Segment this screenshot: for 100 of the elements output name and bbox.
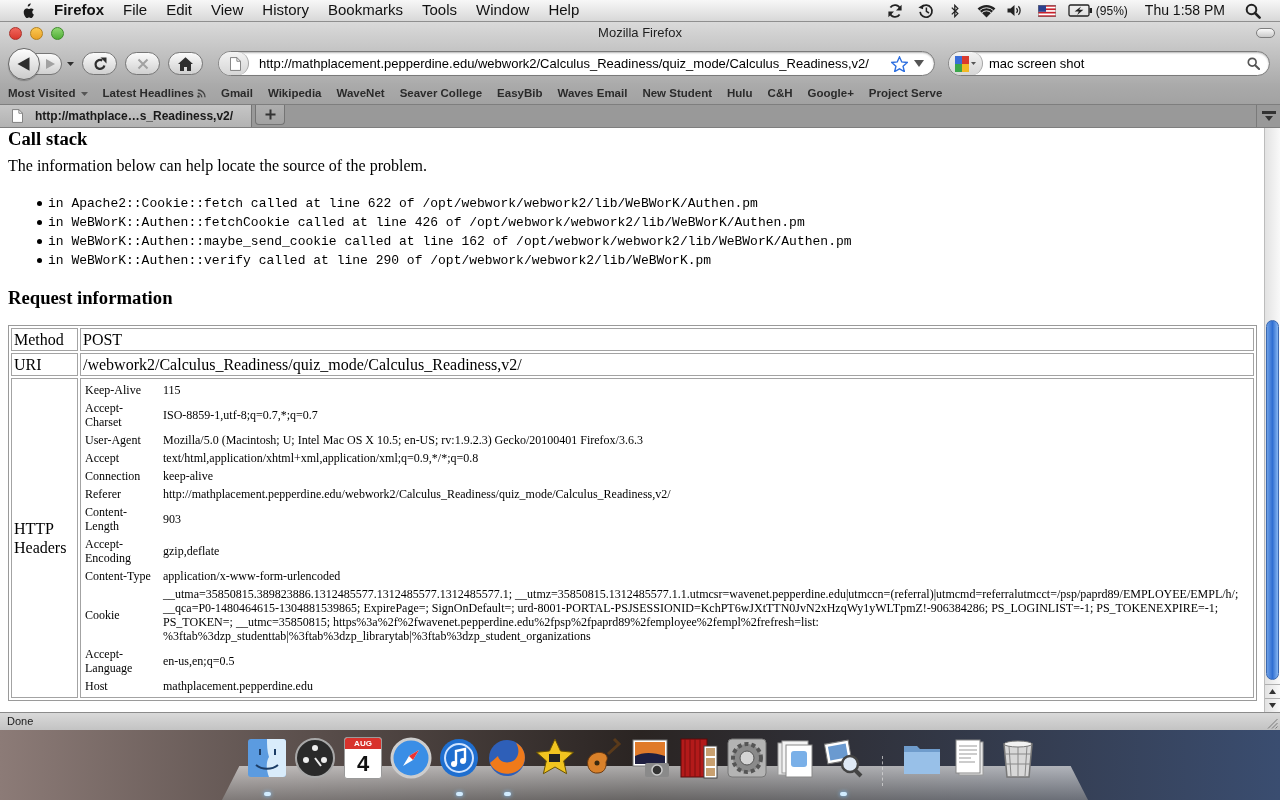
address-field[interactable]: http://mathplacement.pepperdine.edu/webwork2/Calculus_Readiness/quiz_mode/Calculus_Readiness,v2/ bbox=[249, 52, 889, 75]
curtain-icon[interactable] bbox=[677, 736, 721, 780]
header-name: Cookie bbox=[85, 607, 121, 624]
header-name: Accept-Language bbox=[85, 646, 134, 677]
header-name: Connection bbox=[85, 468, 142, 485]
x-icon bbox=[136, 57, 149, 70]
feed-icon bbox=[196, 89, 206, 98]
house-icon bbox=[178, 56, 193, 71]
battery-percentage[interactable]: (95%) bbox=[1095, 1, 1128, 20]
stack-frame: in WeBWorK::Authen::fetchCookie called at line 426 of /opt/webwork/webwork2/lib/WeBWorK/Authen.pm bbox=[48, 212, 805, 233]
circular-arrow-icon bbox=[92, 56, 107, 71]
face-tile-icon[interactable] bbox=[245, 736, 289, 780]
search-bar[interactable]: mac screen shot bbox=[948, 51, 1270, 76]
bookmark-item[interactable]: Google+ bbox=[807, 84, 854, 103]
gear-icon[interactable] bbox=[725, 736, 769, 780]
bullet-icon bbox=[37, 258, 42, 263]
tab-list-icon bbox=[1261, 110, 1276, 122]
bookmark-item[interactable]: Project Serve bbox=[868, 84, 943, 103]
tab[interactable]: http://mathplace…s_Readiness,v2/ bbox=[0, 105, 252, 127]
header-value: en-us,en;q=0.5 bbox=[163, 653, 236, 670]
bookmark-item[interactable]: C&H bbox=[767, 84, 793, 103]
sync-icon[interactable] bbox=[886, 2, 903, 19]
calendar-icon[interactable]: AUG 4 bbox=[344, 737, 382, 779]
header-name: Accept bbox=[85, 450, 120, 467]
header-name: Content-Length bbox=[85, 504, 128, 535]
resize-grip-icon[interactable] bbox=[1267, 718, 1278, 729]
wifi-icon[interactable] bbox=[976, 3, 996, 18]
music-note-icon[interactable] bbox=[437, 736, 481, 780]
bluetooth-icon[interactable] bbox=[950, 3, 959, 18]
reload-button[interactable] bbox=[82, 52, 117, 75]
table-cell: POST bbox=[80, 328, 1254, 351]
left-triangle-icon bbox=[16, 56, 30, 71]
header-value: ISO-8859-1,utf-8;q=0.7,*;q=0.7 bbox=[163, 407, 319, 424]
star-icon[interactable] bbox=[891, 55, 908, 72]
bookmark-item[interactable]: Hulu bbox=[727, 84, 753, 103]
header-name: Referer bbox=[85, 486, 122, 503]
bookmark-item[interactable]: Latest Headlines bbox=[102, 84, 206, 103]
search-field[interactable]: mac screen shot bbox=[983, 52, 1247, 75]
menu-item[interactable]: Edit bbox=[166, 0, 193, 22]
stack-frame: in WeBWorK::Authen::verify called at line 290 of /opt/webwork/webwork2/lib/WeBWorK.pm bbox=[48, 250, 712, 271]
battery-icon[interactable] bbox=[1067, 4, 1093, 17]
table-cell: Method bbox=[11, 328, 78, 351]
header-value: keep-alive bbox=[163, 468, 214, 485]
bookmark-item[interactable]: EasyBib bbox=[497, 84, 543, 103]
app-name-menu[interactable]: Firefox bbox=[54, 0, 104, 22]
header-value: Mozilla/5.0 (Macintosh; U; Intel Mac OS X 10.5; en-US; rv:1.9.2.3) Gecko/20100401 Firefox/3.6.3 bbox=[163, 432, 644, 449]
bookmark-item[interactable]: Wikipedia bbox=[267, 84, 322, 103]
bookmark-item[interactable]: New Student bbox=[642, 84, 713, 103]
compass-icon[interactable] bbox=[389, 736, 433, 780]
menu-item[interactable]: View bbox=[211, 0, 244, 22]
header-value: text/html,application/xhtml+xml,application/xml;q=0.9,*/*;q=0.8 bbox=[163, 450, 480, 467]
color-squares-icon[interactable] bbox=[955, 55, 969, 72]
table-cell: URI bbox=[11, 353, 78, 376]
menu-item[interactable]: Window bbox=[476, 0, 530, 22]
magnifier-photo-icon[interactable] bbox=[821, 736, 865, 780]
menu-item[interactable]: Bookmarks bbox=[327, 0, 403, 22]
search-icon[interactable] bbox=[1245, 2, 1261, 19]
header-value: 903 bbox=[163, 511, 182, 528]
bookmark-item[interactable]: WaveNet bbox=[336, 84, 385, 103]
menu-item[interactable]: History bbox=[262, 0, 309, 22]
home-button[interactable] bbox=[168, 52, 203, 75]
close-button[interactable] bbox=[9, 26, 22, 40]
bullet-icon bbox=[37, 239, 42, 244]
menu-item[interactable]: Help bbox=[548, 0, 580, 22]
zoom-button[interactable] bbox=[51, 26, 64, 40]
search-icon[interactable] bbox=[1247, 57, 1260, 70]
header-value: http://mathplacement.pepperdine.edu/webwork2/Calculus_Readiness/quiz_mode/Calculus_Readiness,v2/ bbox=[163, 486, 672, 503]
volume-icon[interactable] bbox=[1006, 4, 1021, 17]
caret-icon[interactable] bbox=[971, 62, 976, 65]
stack-frame: in Apache2::Cookie::fetch called at line 622 of /opt/webwork/webwork2/lib/WeBWorK/Authen.pm bbox=[48, 193, 758, 214]
scrollbar-thumb[interactable] bbox=[1266, 320, 1279, 680]
header-value: mathplacement.pepperdine.edu bbox=[163, 678, 314, 695]
bookmark-item[interactable]: Waves Email bbox=[557, 84, 628, 103]
address-bar[interactable]: http://mathplacement.pepperdine.edu/webwork2/Calculus_Readiness/quiz_mode/Calculus_Readiness,v2/ bbox=[218, 51, 935, 76]
header-value: 115 bbox=[163, 382, 182, 399]
caret-icon bbox=[80, 91, 88, 96]
header-value: application/x-www-form-urlencoded bbox=[163, 568, 342, 585]
back-button[interactable] bbox=[8, 47, 40, 80]
bookmark-item[interactable]: Gmail bbox=[220, 84, 253, 103]
gauge-icon[interactable] bbox=[293, 736, 337, 780]
section-heading: Call stack bbox=[8, 129, 89, 149]
page-icon[interactable] bbox=[229, 56, 241, 71]
status-text: Done bbox=[6, 714, 34, 730]
header-value: __utma=35850815.389823886.1312485577.1312485577.1312485577.1; __utmz=35850815.1312485577.1.1.utmcsr=wavenet.pepperdine.edu|utmccn=(referral)|utmcmd=referralutmcct=/psp/paprd89/EMPLOYEE/EMPL/h/; __qca=P0-1480464615-1304881539865; ExpirePage=; SignOnDefault=; urd-8001-PORTAL-PSJSESSIONID=KchPT6wJXtTTN0JvN2xHzqWy1yWLTpmZ!-906384286; PS_LOGINLIST=-1; PS_TOKENEXPIRE=-1; PS_TOKEN=; __utmc=35850815; https%3a%2f%2fwavenet.pepperdine.edu%2fpsp%2fpaprd89%2femployee%2fempl%2frefresh=list: %3ftab%3dzp_studenttab|%3ftab%3dzp_librarytab|%3ftab%3dzp_student_organizations bbox=[163, 586, 1240, 645]
bookmark-item[interactable]: Seaver College bbox=[399, 84, 483, 103]
caret-icon[interactable] bbox=[914, 60, 924, 67]
header-name: User-Agent bbox=[85, 432, 142, 449]
header-name: Accept-Encoding bbox=[85, 536, 132, 567]
menu-clock[interactable]: Thu 1:58 PM bbox=[1144, 0, 1225, 21]
menu-item[interactable]: Tools bbox=[422, 0, 458, 22]
menu-item[interactable]: File bbox=[123, 0, 148, 22]
clock-arrow-icon[interactable] bbox=[917, 2, 934, 19]
caret-icon bbox=[66, 61, 74, 66]
new-tab-button[interactable] bbox=[255, 105, 285, 125]
table-cell: /webwork2/Calculus_Readiness/quiz_mode/Calculus_Readiness,v2/ bbox=[80, 353, 1254, 376]
bookmark-item[interactable]: Most Visited bbox=[8, 84, 88, 103]
bullet-icon bbox=[37, 220, 42, 225]
toolbar-toggle-button[interactable] bbox=[1256, 28, 1275, 38]
section-heading: Request information bbox=[8, 287, 174, 309]
flag-icon[interactable] bbox=[1037, 4, 1056, 17]
